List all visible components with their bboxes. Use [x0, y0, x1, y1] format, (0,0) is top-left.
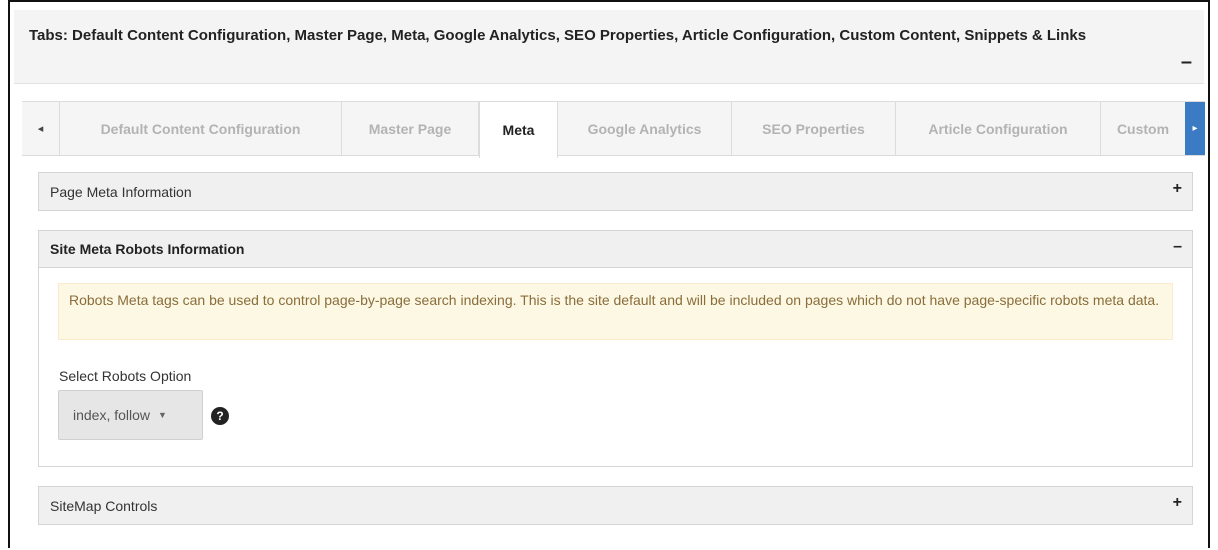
- tab-default-content-configuration[interactable]: Default Content Configuration: [60, 102, 342, 155]
- page-meta-panel: Page Meta Information +: [38, 172, 1193, 211]
- robots-panel: Site Meta Robots Information – Robots Me…: [38, 230, 1193, 467]
- page-meta-header[interactable]: Page Meta Information +: [39, 173, 1192, 210]
- tabs-panel-header[interactable]: Tabs: Default Content Configuration, Mas…: [14, 10, 1204, 84]
- expand-icon[interactable]: +: [1173, 180, 1182, 198]
- robots-option-select[interactable]: index, follow ▼: [58, 390, 203, 440]
- scroll-right-icon[interactable]: ▸: [1185, 102, 1205, 155]
- robots-option-label: Select Robots Option: [59, 368, 192, 384]
- tab-master-page[interactable]: Master Page: [342, 102, 479, 155]
- content-frame: Tabs: Default Content Configuration, Mas…: [8, 0, 1210, 548]
- collapse-icon[interactable]: –: [1173, 238, 1182, 256]
- tab-google-analytics[interactable]: Google Analytics: [558, 102, 732, 155]
- page-meta-title: Page Meta Information: [50, 183, 192, 200]
- tab-article-configuration[interactable]: Article Configuration: [896, 102, 1101, 155]
- tab-bar: ◂ Default Content Configuration Master P…: [22, 101, 1205, 158]
- caret-down-icon: ▼: [158, 410, 167, 420]
- tab-seo-properties[interactable]: SEO Properties: [732, 102, 896, 155]
- sitemap-header[interactable]: SiteMap Controls +: [39, 487, 1192, 524]
- sitemap-panel: SiteMap Controls +: [38, 486, 1193, 525]
- expand-icon[interactable]: +: [1173, 494, 1182, 512]
- tabs-panel-title: Tabs: Default Content Configuration, Mas…: [29, 27, 1087, 44]
- robots-option-value: index, follow: [73, 407, 151, 423]
- help-icon[interactable]: ?: [211, 407, 229, 425]
- tab-custom-content[interactable]: Custom: [1101, 102, 1185, 155]
- robots-header[interactable]: Site Meta Robots Information –: [39, 231, 1192, 268]
- tab-meta[interactable]: Meta: [479, 102, 558, 158]
- sitemap-title: SiteMap Controls: [50, 497, 158, 514]
- robots-info-alert: Robots Meta tags can be used to control …: [58, 283, 1173, 340]
- collapse-toggle-icon[interactable]: –: [1181, 50, 1192, 74]
- scroll-left-icon[interactable]: ◂: [22, 102, 60, 155]
- robots-title: Site Meta Robots Information: [50, 241, 245, 257]
